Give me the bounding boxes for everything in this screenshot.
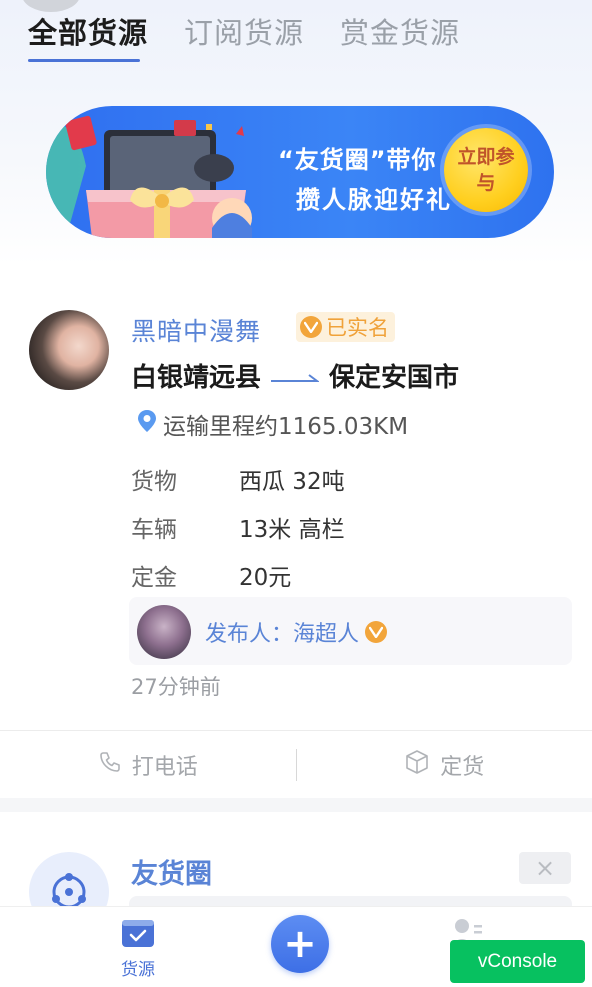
detail-key: 货物 [131,469,177,495]
detail-key: 车辆 [131,517,177,543]
cargo-list-icon [122,920,154,947]
detail-value: 13米 高栏 [239,517,345,543]
publisher-avatar[interactable] [137,605,191,659]
add-button[interactable]: + [271,915,329,973]
detail-value: 西瓜 32吨 [239,469,345,495]
plus-icon: + [283,921,317,967]
tab-home[interactable]: 货源 [112,917,164,980]
poster-name[interactable]: 友货圈 [131,852,212,891]
box-icon [404,749,430,781]
listing-card[interactable]: 友货圈 × [0,812,592,932]
arrow-right-icon [271,361,321,391]
banner-subtitle: 攒人脉迎好礼 [296,186,452,214]
detail-row-deposit: 定金 20元 [131,551,345,599]
post-time: 27分钟前 [131,675,221,699]
detail-row-goods: 货物 西瓜 32吨 [131,455,345,503]
detail-row-vehicle: 车辆 13米 高栏 [131,503,345,551]
action-bar: 打电话 定货 [0,730,592,798]
publisher-info: 发布人：海超人 [205,616,388,648]
close-icon: × [534,854,556,882]
route: 白银靖远县 保定安国市 [131,357,459,394]
tab-all-sources[interactable]: 全部货源 [28,10,148,62]
banner-title: “友货圈”带你 [278,146,437,174]
distance-text: 运输里程约1165.03KM [163,414,409,440]
header-area: 全部货源 订阅货源 赏金货源 “友货圈”带你 攒人脉迎好礼 立即参与 [0,0,592,265]
vconsole-button[interactable]: vConsole [450,940,585,983]
listing-card[interactable]: 黑暗中漫舞 已实名 白银靖远县 保定安国市 运输里程约1165.03KM 货物 … [0,265,592,798]
cargo-details: 货物 西瓜 32吨 车辆 13米 高栏 定金 20元 [131,455,345,599]
order-button[interactable]: 定货 [297,749,592,781]
source-tabs: 全部货源 订阅货源 赏金货源 [28,10,460,62]
publisher-label: 发布人：海超人 [205,622,360,647]
publisher-box[interactable]: 发布人：海超人 [129,597,572,665]
verified-label: 已实名 [326,316,389,340]
distance-info: 运输里程约1165.03KM [137,407,408,441]
phone-icon [98,750,122,780]
verified-icon [300,316,322,338]
route-destination: 保定安国市 [329,363,460,393]
detail-key: 定金 [131,565,177,591]
order-label: 定货 [440,754,485,780]
route-origin: 白银靖远县 [131,363,262,393]
poster-name[interactable]: 黑暗中漫舞 [131,312,261,348]
join-now-button[interactable]: 立即参与 [444,128,528,212]
verified-icon [365,621,388,643]
detail-value: 20元 [239,565,292,591]
tab-home-label: 货源 [121,960,155,980]
close-button[interactable]: × [519,852,571,884]
verified-badge: 已实名 [296,312,395,342]
avatar[interactable] [29,310,109,390]
call-label: 打电话 [131,754,198,780]
location-pin-icon [137,409,157,439]
tab-subscribed-sources[interactable]: 订阅货源 [184,10,304,62]
promo-banner[interactable]: “友货圈”带你 攒人脉迎好礼 立即参与 [46,106,554,238]
call-button[interactable]: 打电话 [0,749,296,781]
tab-bounty-sources[interactable]: 赏金货源 [340,10,460,62]
